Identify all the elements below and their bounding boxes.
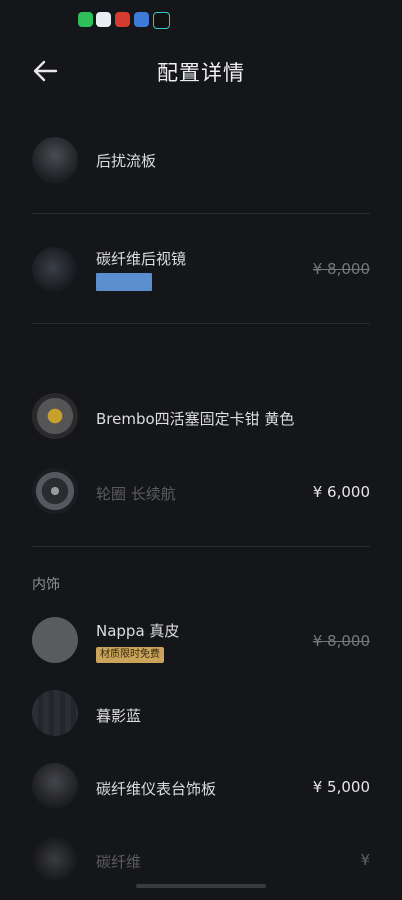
blue-tag [96,273,152,291]
leather-swatch [32,617,78,663]
caliper-thumbnail [32,393,78,439]
item-label: Brembo四活塞固定卡钳 黄色 [96,410,295,428]
section-title-interior: 内饰 [32,577,60,593]
item-price: ¥ [360,851,370,869]
dashboard-trim-thumbnail [32,763,78,809]
item-label: 碳纤维仪表台饰板 [96,780,217,798]
list-item: 碳纤维后视镜 ¥ 8,000 [0,245,402,297]
divider [32,213,370,214]
item-price: ¥ 6,000 [312,483,370,501]
item-label: 后扰流板 [96,152,157,170]
item-price: ¥ 5,000 [312,778,370,796]
item-price: ¥ 8,000 [312,632,370,650]
divider [32,323,370,324]
item-label: 碳纤维 [96,853,142,871]
item-label: 碳纤维后视镜 [96,250,187,268]
list-item: Nappa 真皮 材质限时免费 ¥ 8,000 [0,617,402,667]
list-item: 后扰流板 [0,135,402,185]
divider [32,546,370,547]
home-indicator [136,884,266,888]
spoiler-thumbnail [32,137,78,183]
item-price: ¥ 8,000 [312,260,370,278]
app-icon [115,12,130,27]
page-title: 配置详情 [157,61,245,85]
promo-badge: 材质限时免费 [96,647,164,663]
header: 配置详情 [0,45,402,100]
tiktok-icon [153,12,170,29]
wechat-icon [78,12,93,27]
wheel-thumbnail [32,468,78,514]
app-icon [96,12,111,27]
app-icon [134,12,149,27]
item-label: 轮圈 长续航 [96,485,176,503]
list-item: 碳纤维 ¥ [0,836,402,886]
list-item: 碳纤维仪表台饰板 ¥ 5,000 [0,763,402,813]
list-item: 轮圈 长续航 ¥ 6,000 [0,468,402,518]
list-item: 暮影蓝 [0,690,402,740]
list-item: Brembo四活塞固定卡钳 黄色 [0,393,402,443]
trim-thumbnail [32,836,78,882]
status-bar [0,0,402,40]
color-swatch [32,690,78,736]
mirror-thumbnail [32,247,78,293]
item-label: Nappa 真皮 [96,622,180,640]
item-label: 暮影蓝 [96,707,142,725]
